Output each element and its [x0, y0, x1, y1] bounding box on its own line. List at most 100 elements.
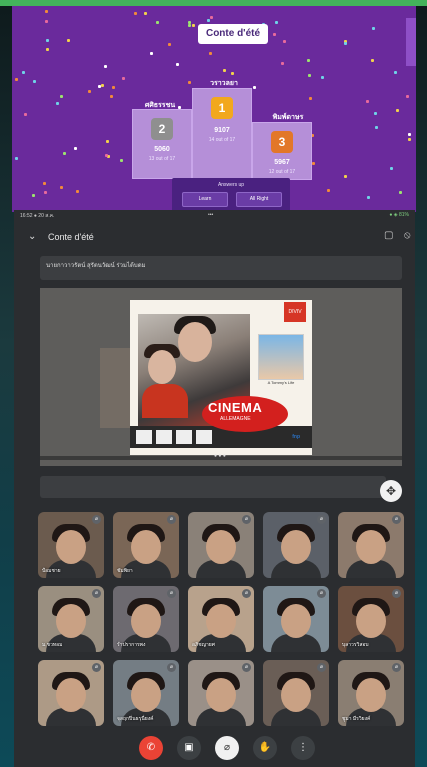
confetti-piece — [122, 76, 126, 80]
participant-tile[interactable]: ⌀ อภิชญายศ — [188, 586, 254, 652]
confetti-piece — [43, 181, 47, 185]
mic-off-icon: ⌀ — [317, 589, 326, 598]
participant-head — [356, 604, 386, 638]
cast-icon[interactable]: ▢ — [384, 230, 393, 241]
confetti-piece — [192, 24, 196, 28]
confetti-piece — [273, 33, 277, 37]
person-face — [178, 322, 212, 362]
mic-off-icon: ⌀ — [167, 589, 176, 598]
chevron-down-icon[interactable]: ⌄ — [28, 231, 36, 242]
quiz-title: Conte d'été — [198, 24, 268, 44]
answer-learn-button[interactable]: Learn — [182, 192, 228, 207]
slide-subtitle: ALLEMAGNE — [220, 416, 251, 422]
meet-header: ⌄ Conte d'été ▢ ⦸ — [14, 220, 415, 260]
participant-tile[interactable]: ⌀ จุลฤกปิ่นธรุนี่ยงค์ — [113, 660, 179, 726]
page-dots: ● ● ● — [214, 453, 226, 459]
participant-tile[interactable]: ⌀ — [263, 660, 329, 726]
mic-off-icon: ⌀ — [92, 663, 101, 672]
camera-button[interactable]: ▣ — [177, 736, 201, 760]
confetti-piece — [187, 81, 191, 85]
side-panel — [406, 18, 416, 66]
confetti-piece — [144, 11, 148, 15]
participant-head — [206, 604, 236, 638]
slide-title: CINEMA — [208, 400, 263, 415]
status-dots: ••• — [208, 212, 214, 218]
of-1: 14 out of 17 — [208, 137, 236, 143]
layout-icon[interactable]: ✥ — [380, 480, 402, 502]
mic-off-icon: ⌀ — [392, 663, 401, 672]
meeting-name[interactable]: Conte d'été — [48, 232, 94, 242]
confetti-piece — [112, 86, 116, 90]
participant-head — [131, 678, 161, 712]
confetti-piece — [344, 174, 348, 178]
answer-allright-button[interactable]: All Right — [236, 192, 282, 207]
participant-tile[interactable]: ⌀ — [263, 512, 329, 578]
confetti-piece — [101, 84, 105, 87]
participant-tile[interactable]: ⌀ ชัมพิยา — [113, 512, 179, 578]
film-strip — [130, 426, 312, 448]
red-shirt — [142, 384, 188, 418]
participant-head — [56, 678, 86, 712]
participant-tile[interactable]: ⌀ ม.ชวทอม — [38, 586, 104, 652]
participant-tile[interactable]: ⌀ — [338, 512, 404, 578]
confetti-piece — [223, 68, 227, 72]
confetti-piece — [408, 137, 412, 141]
confetti-piece — [208, 51, 212, 55]
confetti-piece — [21, 70, 25, 74]
tablet-screen: 16:52 ● 20 ส.ค. ••• ● ◈ 81% ⌄ Conte d'ét… — [14, 210, 415, 767]
mic-off-icon: ⌀ — [92, 589, 101, 598]
chat-notification[interactable]: นายกาวาวรัตน์ สุรัตนวัฒน์ ร่วมได้บดม — [40, 256, 402, 280]
participant-tile[interactable]: ⌀ ชูมา มีรวิยงค์ — [338, 660, 404, 726]
mic-off-icon: ⌀ — [392, 589, 401, 598]
participant-tile[interactable]: ⌀ — [188, 660, 254, 726]
participant-name: บุลาวรวิสอบ — [342, 642, 369, 648]
confetti-piece — [207, 18, 211, 22]
confetti-piece — [312, 162, 316, 166]
mic-off-button[interactable]: ⌀ — [215, 736, 239, 760]
participant-tile[interactable]: ⌀ ร่ำปราการพง — [113, 586, 179, 652]
person-face — [148, 350, 176, 384]
confetti-piece — [45, 19, 49, 23]
participant-name: ชูมา มีรวิยงค์ — [342, 716, 371, 722]
confetti-piece — [120, 159, 124, 163]
participant-head — [131, 530, 161, 564]
confetti-piece — [23, 113, 27, 117]
participant-tile[interactable]: ⌀ — [263, 586, 329, 652]
kahoot-podium-screen: Conte d'été ศศิธรรชน วราวลยา พิมพ์ดาษร 2… — [12, 6, 416, 212]
medal-3: 3 — [271, 131, 293, 153]
confetti-piece — [326, 188, 330, 192]
mic-off-icon: ⌀ — [92, 515, 101, 524]
participant-head — [56, 530, 86, 564]
answers-label: Answers up — [217, 182, 245, 188]
confetti-piece — [274, 21, 278, 25]
participant-tile[interactable]: ⌀ — [38, 660, 104, 726]
participant-tile[interactable]: ⌀ — [188, 512, 254, 578]
confetti-piece — [307, 73, 311, 77]
confetti-piece — [308, 97, 312, 101]
participant-head — [281, 678, 311, 712]
participant-tile[interactable]: ⌀ บุลาวรวิสอบ — [338, 586, 404, 652]
confetti-piece — [176, 62, 180, 66]
mic-off-icon: ⌀ — [317, 663, 326, 672]
confetti-piece — [155, 21, 159, 25]
confetti-piece — [15, 157, 19, 161]
end-call-button[interactable]: ✆ — [139, 736, 163, 760]
slide-poster — [258, 334, 304, 380]
confetti-piece — [14, 77, 18, 81]
confetti-piece — [372, 26, 376, 30]
confetti-piece — [32, 79, 36, 83]
raise-hand-button[interactable]: ✋ — [253, 736, 277, 760]
mic-off-icon: ⌀ — [242, 663, 251, 672]
confetti-piece — [46, 38, 50, 42]
confetti-piece — [406, 95, 410, 99]
podium-third: 3 5967 12 out of 17 — [252, 122, 312, 180]
confetti-piece — [365, 100, 369, 104]
participant-tile[interactable]: ⌀ ป้อมชาย — [38, 512, 104, 578]
confetti-piece — [280, 62, 284, 66]
of-2: 13 out of 17 — [148, 156, 176, 162]
speaker-off-icon[interactable]: ⦸ — [404, 230, 411, 241]
confetti-piece — [366, 195, 370, 199]
confetti-piece — [374, 111, 378, 115]
more-options-button[interactable]: ⋮ — [291, 736, 315, 760]
participant-head — [206, 530, 236, 564]
